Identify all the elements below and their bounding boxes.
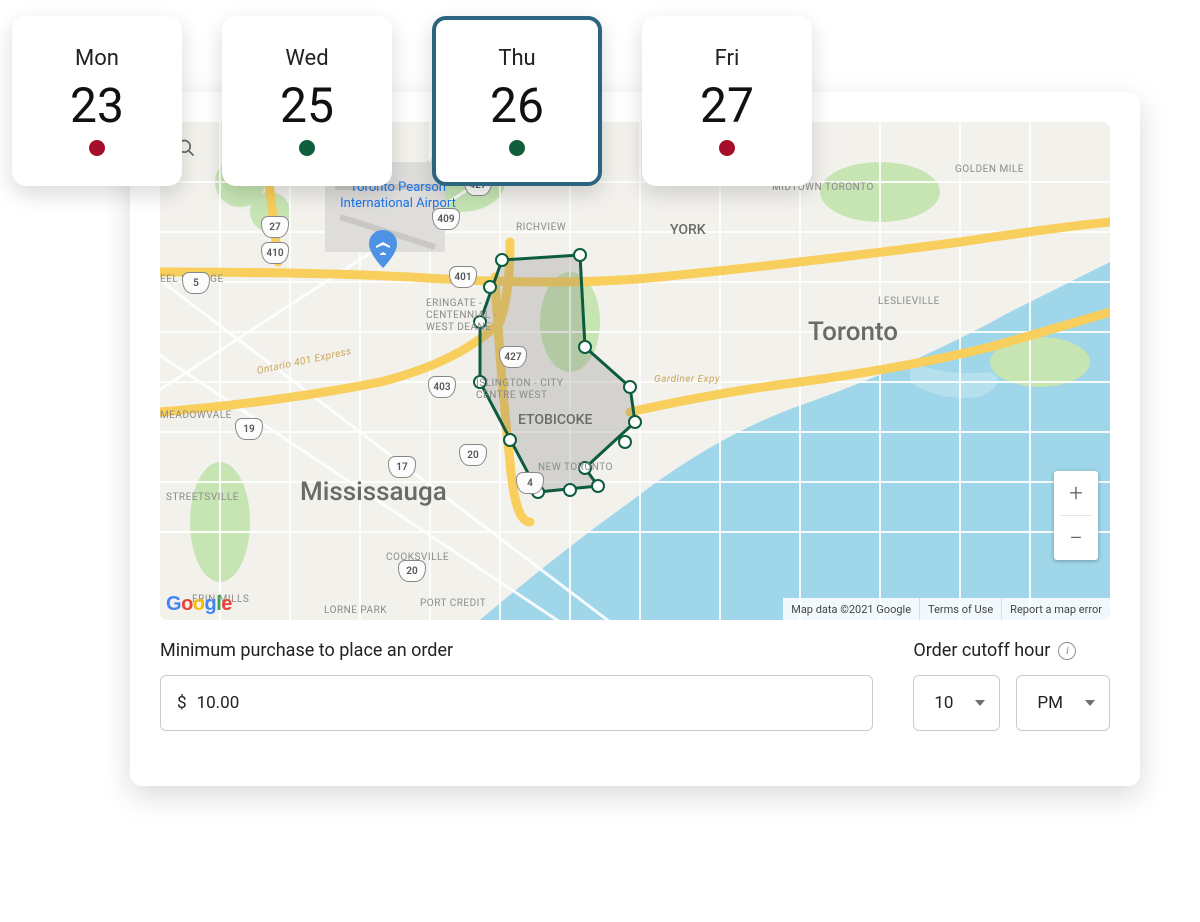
min-purchase-input[interactable]: $ 10.00 (160, 675, 873, 731)
date-day-label: Thu (498, 46, 535, 71)
cutoff-label-text: Order cutoff hour (913, 640, 1050, 661)
cutoff-label: Order cutoff hour i (913, 640, 1110, 661)
date-number: 23 (70, 77, 124, 134)
form-row: Minimum purchase to place an order $ 10.… (160, 640, 1110, 731)
status-dot-icon (509, 140, 525, 156)
date-card-mon[interactable]: Mon 23 (12, 16, 182, 186)
status-dot-icon (299, 140, 315, 156)
zoom-in-button[interactable]: + (1054, 471, 1098, 515)
date-number: 25 (280, 77, 334, 134)
currency-prefix: $ (177, 693, 187, 713)
cutoff-hour-select[interactable]: 10 (913, 675, 1000, 731)
info-icon[interactable]: i (1058, 642, 1076, 660)
date-day-label: Wed (285, 46, 328, 71)
chevron-down-icon (975, 700, 985, 706)
date-day-label: Mon (75, 46, 119, 71)
map-footer: Map data ©2021 Google Terms of Use Repor… (160, 598, 1110, 620)
cutoff-selects: 10 PM (913, 675, 1110, 731)
cutoff-ampm-value: PM (1037, 693, 1063, 713)
date-card-thu[interactable]: Thu 26 (432, 16, 602, 186)
date-card-row: Mon 23 Wed 25 Thu 26 Fri 27 (12, 16, 812, 186)
settings-card: Toronto Mississauga ETOBICOKE YORK RICHV… (130, 92, 1140, 786)
map-canvas (160, 122, 1110, 620)
map-report-link[interactable]: Report a map error (1001, 598, 1110, 620)
status-dot-icon (89, 140, 105, 156)
date-number: 26 (490, 77, 544, 134)
cutoff-hour-value: 10 (934, 693, 953, 713)
cutoff-col: Order cutoff hour i 10 PM (913, 640, 1110, 731)
zoom-controls: + − (1054, 471, 1098, 560)
zoom-out-button[interactable]: − (1054, 516, 1098, 560)
date-card-wed[interactable]: Wed 25 (222, 16, 392, 186)
min-purchase-value: 10.00 (197, 693, 857, 713)
map-attribution: Map data ©2021 Google (783, 598, 919, 620)
date-card-fri[interactable]: Fri 27 (642, 16, 812, 186)
min-purchase-col: Minimum purchase to place an order $ 10.… (160, 640, 873, 731)
map-terms-link[interactable]: Terms of Use (919, 598, 1001, 620)
chevron-down-icon (1085, 700, 1095, 706)
status-dot-icon (719, 140, 735, 156)
date-day-label: Fri (715, 46, 740, 71)
cutoff-ampm-select[interactable]: PM (1016, 675, 1110, 731)
date-number: 27 (700, 77, 754, 134)
map[interactable]: Toronto Mississauga ETOBICOKE YORK RICHV… (160, 122, 1110, 620)
min-purchase-label: Minimum purchase to place an order (160, 640, 873, 661)
